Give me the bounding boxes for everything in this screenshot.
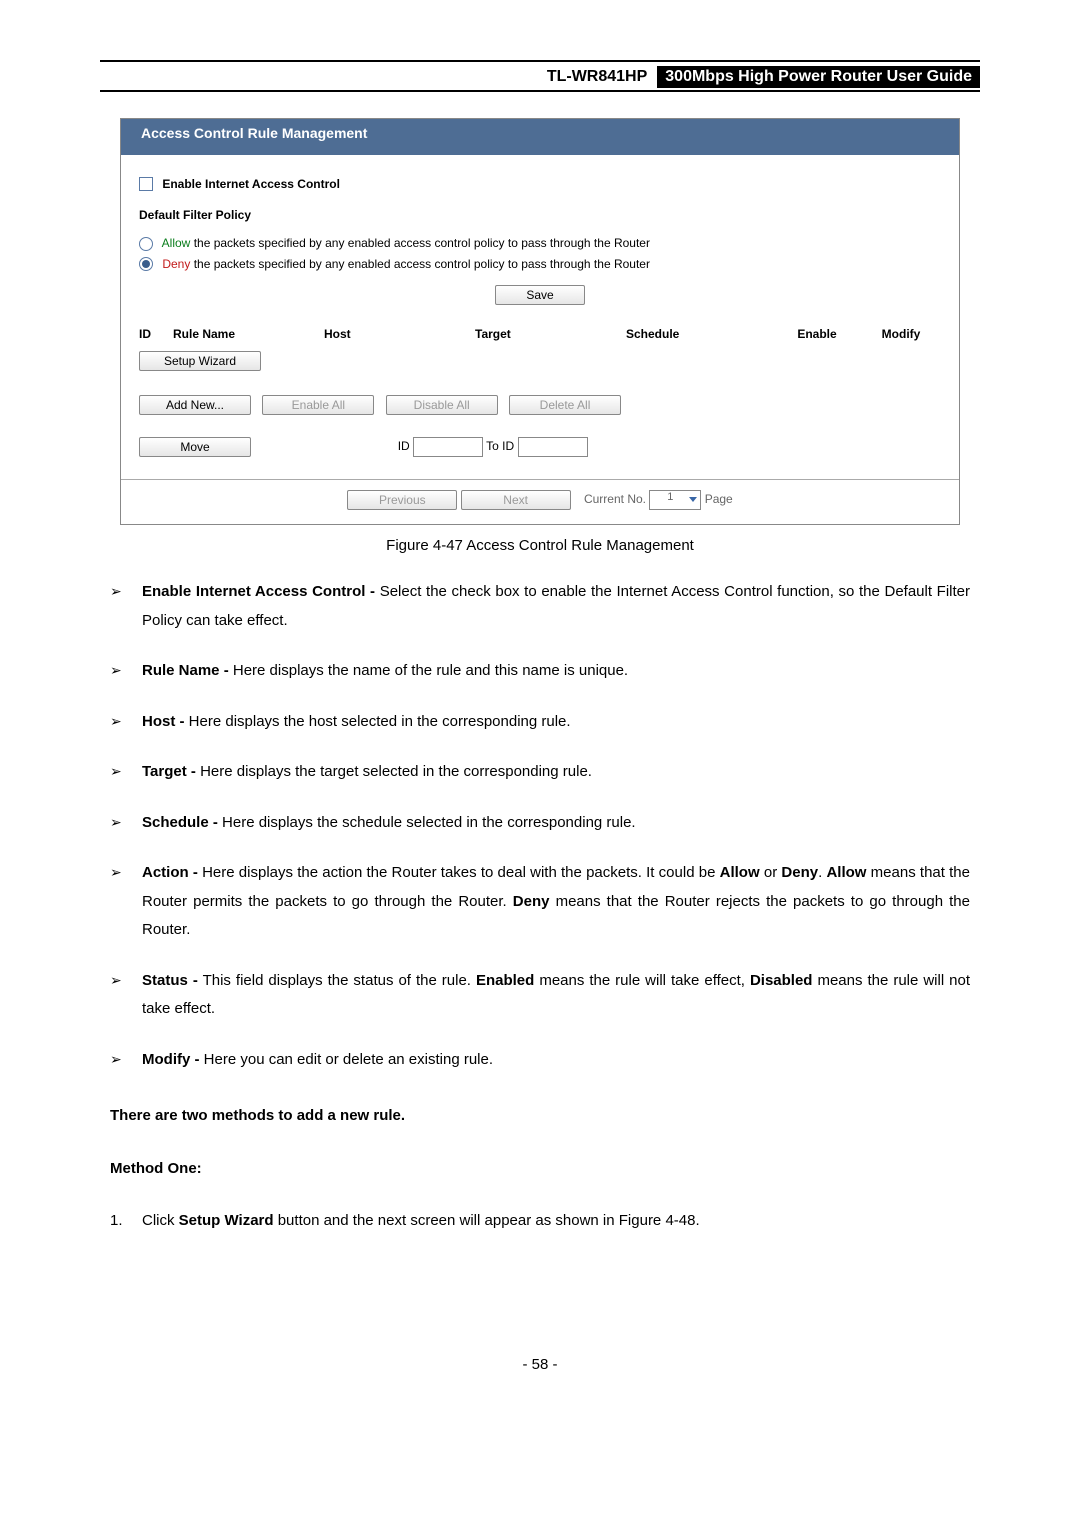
allow-rest: the packets specified by any enabled acc… [190,236,650,250]
col-rule: Rule Name [173,327,320,341]
step1-post: button and the next screen will appear a… [274,1212,700,1229]
col-target: Target [475,327,622,341]
bullet-bold: Deny [513,893,550,910]
add-new-button[interactable]: Add New... [139,395,251,415]
method-one-heading: Method One: [110,1155,970,1184]
prev-button[interactable]: Previous [347,490,457,510]
bullet-item: ➢ Host - Here displays the host selected… [110,708,970,737]
setup-wizard-button[interactable]: Setup Wizard [139,351,261,371]
bullet-desc: or [760,864,782,881]
save-button[interactable]: Save [495,285,585,305]
bullet-desc: Here displays the schedule selected in t… [218,814,636,831]
col-id: ID [139,327,169,341]
policy-allow-row: Allow the packets specified by any enabl… [139,236,941,251]
two-methods-heading: There are two methods to add a new rule. [110,1102,970,1131]
screenshot-panel: Access Control Rule Management Enable In… [120,118,960,525]
bullet-marker: ➢ [110,657,142,686]
bullet-desc: means the rule will take effect, [534,972,750,989]
bullet-title: Host - [142,713,185,730]
col-modify: Modify [861,327,941,341]
deny-radio[interactable] [139,257,153,271]
col-schedule: Schedule [626,327,773,341]
bullet-item: ➢ Action - Here displays the action the … [110,859,970,945]
move-toid-label: To ID [486,440,514,454]
bullet-item: ➢ Status - This field displays the statu… [110,967,970,1024]
enable-label: Enable Internet Access Control [162,177,340,191]
step1-bold: Setup Wizard [179,1212,274,1229]
deny-word: Deny [162,257,190,271]
enable-checkbox[interactable] [139,177,153,191]
bullet-marker: ➢ [110,708,142,737]
bullet-bold: Enabled [476,972,534,989]
enable-all-button[interactable]: Enable All [262,395,374,415]
bullet-desc: Here displays the target selected in the… [196,763,592,780]
page-select[interactable]: 1 [649,490,701,510]
header-title: 300Mbps High Power Router User Guide [657,66,980,88]
page-number: - 58 - [100,1356,980,1373]
bullet-title: Target - [142,763,196,780]
bullet-marker: ➢ [110,578,142,635]
bullet-bold: Allow [720,864,760,881]
ordered-num: 1. [110,1207,142,1236]
allow-word: Allow [162,236,191,250]
bullet-desc: Here displays the name of the rule and t… [229,662,628,679]
ordered-item: 1. Click Setup Wizard button and the nex… [110,1207,970,1236]
bullet-title: Status - [142,972,198,989]
bullet-item: ➢ Enable Internet Access Control - Selec… [110,578,970,635]
move-id-label: ID [398,440,410,454]
page-value: 1 [667,491,673,503]
page-header: TL-WR841HP 300Mbps High Power Router Use… [100,66,980,88]
table-header: ID Rule Name Host Target Schedule Enable… [139,327,941,341]
bullet-title: Action - [142,864,198,881]
next-button[interactable]: Next [461,490,571,510]
bullet-desc: Here displays the action the Router take… [198,864,720,881]
bullet-item: ➢ Modify - Here you can edit or delete a… [110,1046,970,1075]
move-id-input[interactable] [413,437,483,457]
bullet-marker: ➢ [110,859,142,945]
bullet-item: ➢ Target - Here displays the target sele… [110,758,970,787]
bullet-bold: Disabled [750,972,813,989]
bullet-item: ➢ Schedule - Here displays the schedule … [110,809,970,838]
bullet-title: Schedule - [142,814,218,831]
allow-radio[interactable] [139,237,153,251]
figure-caption: Figure 4-47 Access Control Rule Manageme… [100,537,980,554]
bullet-title: Modify - [142,1051,200,1068]
bullet-desc: This field displays the status of the ru… [198,972,476,989]
header-model: TL-WR841HP [100,66,657,88]
deny-rest: the packets specified by any enabled acc… [190,257,650,271]
disable-all-button[interactable]: Disable All [386,395,498,415]
delete-all-button[interactable]: Delete All [509,395,621,415]
move-row: Move ID To ID [139,437,941,457]
current-no-label: Current No. [584,493,646,507]
page-word: Page [705,493,733,507]
policy-heading: Default Filter Policy [139,208,941,222]
bullet-desc: Here displays the host selected in the c… [185,713,571,730]
bullet-bold: Allow [826,864,866,881]
bullet-title: Enable Internet Access Control - [142,583,375,600]
pager: Previous Next Current No. 1 Page [121,479,959,514]
bullet-list: ➢ Enable Internet Access Control - Selec… [110,578,970,1074]
bullet-marker: ➢ [110,1046,142,1075]
enable-row: Enable Internet Access Control [139,177,941,192]
bullet-marker: ➢ [110,809,142,838]
col-enable: Enable [777,327,857,341]
bullet-title: Rule Name - [142,662,229,679]
move-toid-input[interactable] [518,437,588,457]
move-button[interactable]: Move [139,437,251,457]
step1-pre: Click [142,1212,179,1229]
bullet-desc: Here you can edit or delete an existing … [200,1051,494,1068]
ordered-list: 1. Click Setup Wizard button and the nex… [110,1207,970,1236]
header-top-rule [100,60,980,62]
panel-title: Access Control Rule Management [121,119,959,155]
col-host: Host [324,327,471,341]
bullet-marker: ➢ [110,758,142,787]
bullet-marker: ➢ [110,967,142,1024]
bullet-item: ➢ Rule Name - Here displays the name of … [110,657,970,686]
header-bottom-rule [100,90,980,92]
bullet-bold: Deny [781,864,818,881]
policy-deny-row: Deny the packets specified by any enable… [139,257,941,272]
